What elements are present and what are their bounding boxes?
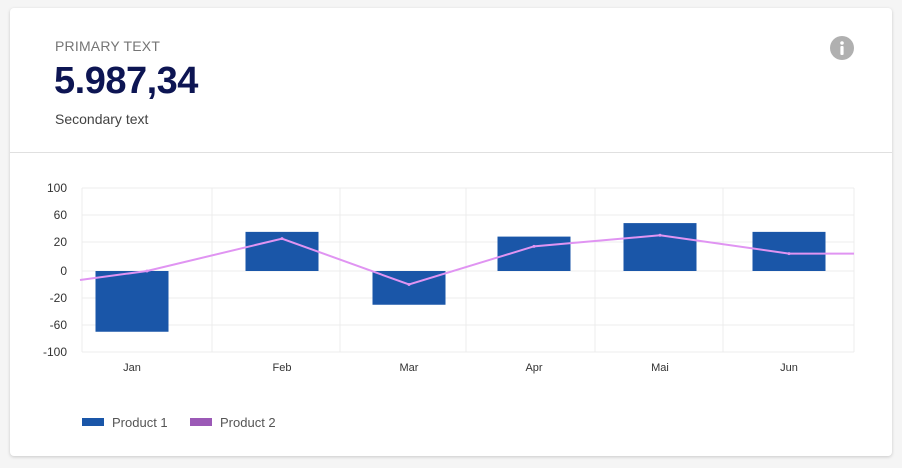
- info-icon[interactable]: [830, 36, 854, 60]
- line-product-2: [79, 234, 854, 286]
- kpi-card: PRIMARY TEXT 5.987,34 Secondary text 100…: [10, 8, 892, 456]
- point-product-2: [532, 244, 536, 248]
- bar-product-1: [752, 231, 826, 271]
- legend-swatch[interactable]: [190, 418, 212, 426]
- combo-chart: 100 60 20 0 -20 -60 -100 Jan Feb Mar Apr Mai Jun Prod…: [43, 181, 855, 430]
- x-tick-label: Jan: [123, 362, 141, 374]
- x-tick-label: Jun: [780, 362, 798, 374]
- x-tick-label: Feb: [273, 362, 292, 374]
- y-tick-label: -20: [50, 291, 68, 305]
- legend-label[interactable]: Product 2: [220, 415, 276, 430]
- x-tick-label: Mar: [400, 362, 419, 374]
- y-tick-label: 100: [47, 181, 67, 195]
- point-product-2: [407, 283, 411, 286]
- legend-swatch[interactable]: [82, 418, 104, 426]
- point-product-2: [658, 233, 662, 237]
- y-tick-label: 20: [54, 235, 68, 249]
- kpi-value: 5.987,34: [54, 60, 198, 102]
- point-product-2: [280, 237, 284, 241]
- chart-area: 100 60 20 0 -20 -60 -100 Jan Feb Mar Apr Mai Jun Prod…: [10, 153, 892, 456]
- x-tick-label: Mai: [651, 362, 669, 374]
- y-tick-label: 60: [54, 208, 68, 222]
- y-tick-label: -100: [43, 345, 67, 359]
- x-tick-label: Apr: [525, 362, 542, 374]
- point-product-2: [145, 269, 149, 273]
- secondary-text: Secondary text: [55, 111, 149, 127]
- y-tick-label: -60: [50, 318, 68, 332]
- bar-product-1: [623, 223, 697, 271]
- card-header: PRIMARY TEXT 5.987,34 Secondary text: [10, 8, 892, 153]
- point-product-2: [787, 252, 791, 256]
- y-tick-label: 0: [60, 264, 67, 278]
- legend-label[interactable]: Product 1: [112, 415, 168, 430]
- bar-product-1: [95, 271, 169, 332]
- primary-text: PRIMARY TEXT: [55, 38, 161, 54]
